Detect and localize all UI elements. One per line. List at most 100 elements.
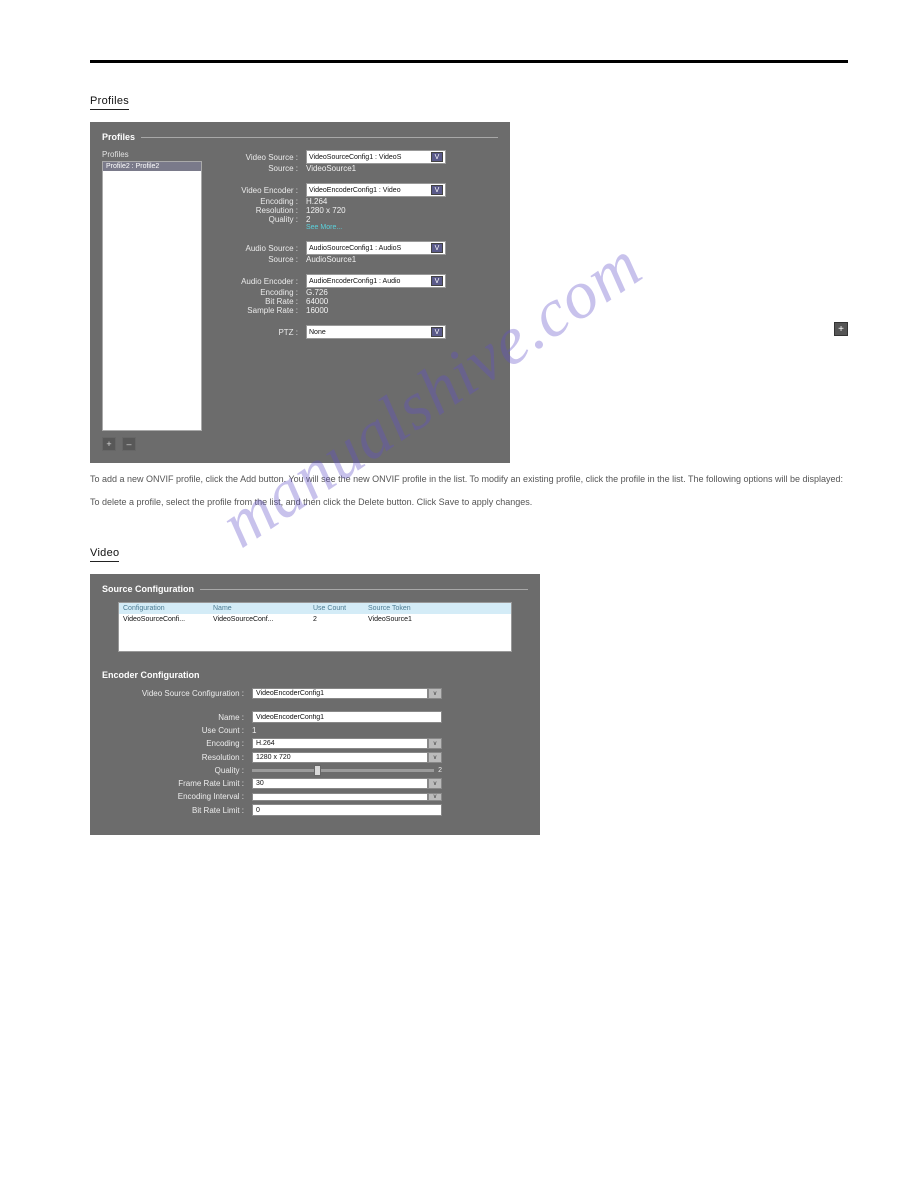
name-input[interactable] [252,711,442,723]
use-count-label: Use Count : [102,726,252,735]
profiles-list-label: Profiles [102,150,202,159]
resolution-select[interactable]: 1280 x 720v [252,752,442,763]
encoding-interval-label: Encoding Interval : [102,792,252,801]
source-subvalue: VideoSource1 [306,164,356,173]
ptz-value: None [309,329,326,336]
slider-handle[interactable] [314,765,321,776]
video-source-value: VideoSourceConfig1 : VideoS [309,154,401,161]
resolution-label: Resolution : [102,753,252,762]
ae-samplerate-label: Sample Rate : [218,306,306,315]
audio-encoder-select[interactable]: AudioEncoderConfig1 : Audio V [306,274,446,288]
encoder-config-heading: Encoder Configuration [102,670,528,680]
section-title-profiles: Profiles [90,95,129,110]
profiles-blurb-1: To add a new ONVIF profile, click the Ad… [90,473,848,486]
audio-encoder-label: Audio Encoder : [218,277,306,286]
add-button[interactable]: + [834,322,848,336]
resolution-value: 1280 x 720 [252,752,428,763]
vec-value: VideoEncoderConfig1 [252,688,428,699]
ae-bitrate-value: 64000 [306,297,328,306]
list-item[interactable]: Profile2 : Profile2 [103,162,201,171]
video-encoder-label: Video Encoder : [218,186,306,195]
quality-slider-value: 2 [438,767,442,774]
as-source-value: AudioSource1 [306,255,356,264]
panel-heading-text: Profiles [102,132,135,142]
profile-detail: Video Source : VideoSourceConfig1 : Vide… [218,150,498,451]
source-config-heading-text: Source Configuration [102,584,194,594]
ve-resolution-label: Resolution : [218,206,306,215]
th-name: Name [209,603,309,614]
ae-bitrate-label: Bit Rate : [218,297,306,306]
td-source-token: VideoSource1 [364,614,459,625]
add-profile-button[interactable]: + [102,437,116,451]
encoder-config-heading-text: Encoder Configuration [102,670,200,680]
td-name: VideoSourceConf... [209,614,309,625]
use-count-value: 1 [252,726,442,735]
audio-source-select[interactable]: AudioSourceConfig1 : AudioS V [306,241,446,255]
panel-heading: Profiles [102,132,498,142]
video-encoder-select[interactable]: VideoEncoderConfig1 : Video V [306,183,446,197]
divider [90,60,848,63]
profiles-panel: Profiles Profiles Profile2 : Profile2 + … [90,122,510,463]
encoding-interval-select[interactable]: v [252,793,442,801]
frame-rate-label: Frame Rate Limit : [102,779,252,788]
th-use-count: Use Count [309,603,364,614]
video-panel: Source Configuration Configuration Name … [90,574,540,835]
quality-label: Quality : [102,766,252,775]
vec-select[interactable]: VideoEncoderConfig1v [252,688,442,699]
profiles-blurb-2: To delete a profile, select the profile … [90,496,848,509]
ae-encoding-label: Encoding : [218,288,306,297]
ve-encoding-value: H.264 [306,197,327,206]
ve-quality-value: 2 [306,215,310,224]
heading-rule [141,137,498,138]
chevron-down-icon: v [428,752,442,763]
encoding-interval-value [252,793,428,801]
quality-slider[interactable]: 2 [252,767,442,774]
ve-resolution-value: 1280 x 720 [306,206,346,215]
source-table: Configuration Name Use Count Source Toke… [118,602,512,652]
chevron-down-icon: V [431,185,443,195]
remove-profile-button[interactable]: – [122,437,136,451]
chevron-down-icon: v [428,793,442,801]
ae-samplerate-value: 16000 [306,306,328,315]
vec-label: Video Source Configuration : [102,689,252,698]
audio-source-value: AudioSourceConfig1 : AudioS [309,245,401,252]
ve-quality-label: Quality : [218,215,306,224]
video-source-select[interactable]: VideoSourceConfig1 : VideoS V [306,150,446,164]
audio-source-label: Audio Source : [218,244,306,253]
frame-rate-value: 30 [252,778,428,789]
chevron-down-icon: V [431,276,443,286]
see-more-link[interactable]: See More... [306,224,498,231]
ae-encoding-value: G.726 [306,288,328,297]
audio-encoder-value: AudioEncoderConfig1 : Audio [309,278,400,285]
th-source-token: Source Token [364,603,459,614]
section-title-video: Video [90,547,119,562]
chevron-down-icon: v [428,688,442,699]
as-source-label: Source : [218,255,306,264]
heading-rule [200,589,528,590]
bit-rate-input[interactable] [252,804,442,816]
encoding-value: H.264 [252,738,428,749]
frame-rate-select[interactable]: 30v [252,778,442,789]
bit-rate-label: Bit Rate Limit : [102,806,252,815]
chevron-down-icon: v [428,778,442,789]
encoding-select[interactable]: H.264v [252,738,442,749]
table-row[interactable]: VideoSourceConfi... VideoSourceConf... 2… [119,614,511,625]
name-label: Name : [102,713,252,722]
chevron-down-icon: v [428,738,442,749]
video-encoder-value: VideoEncoderConfig1 : Video [309,187,401,194]
ve-encoding-label: Encoding : [218,197,306,206]
profiles-listbox[interactable]: Profile2 : Profile2 [102,161,202,431]
source-sublabel: Source : [218,164,306,173]
th-configuration: Configuration [119,603,209,614]
td-use-count: 2 [309,614,364,625]
chevron-down-icon: V [431,152,443,162]
source-config-heading: Source Configuration [102,584,528,594]
profiles-list-column: Profiles Profile2 : Profile2 + – [102,150,202,451]
chevron-down-icon: V [431,327,443,337]
video-source-label: Video Source : [218,153,306,162]
chevron-down-icon: V [431,243,443,253]
ptz-select[interactable]: None V [306,325,446,339]
encoding-label: Encoding : [102,739,252,748]
td-configuration: VideoSourceConfi... [119,614,209,625]
ptz-label: PTZ : [218,328,306,337]
